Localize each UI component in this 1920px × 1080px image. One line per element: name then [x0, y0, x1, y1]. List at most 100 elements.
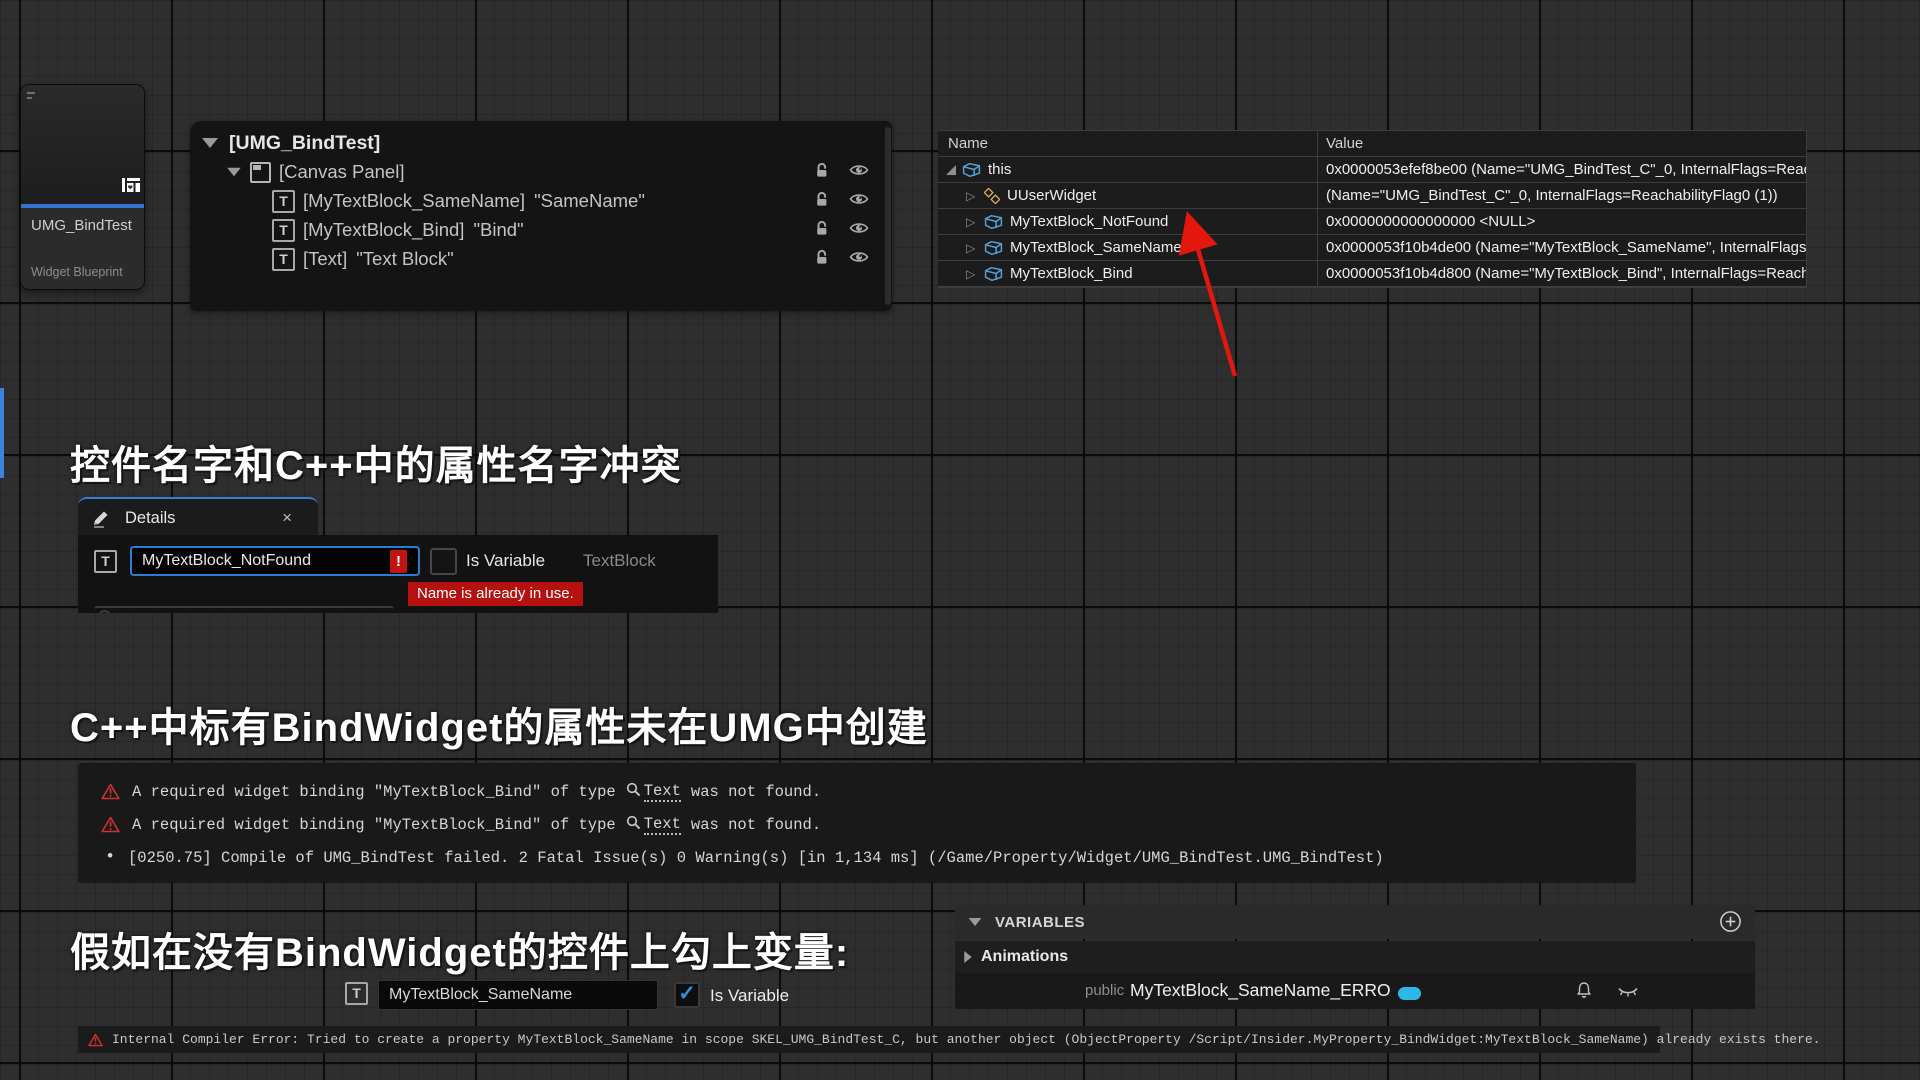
watch-name: MyTextBlock_SameName	[1010, 239, 1182, 256]
canvas-panel-icon	[250, 162, 271, 183]
compile-results-log: A required widget binding "MyTextBlock_B…	[78, 763, 1636, 883]
hierarchy-row-text-preview: "Text Block"	[356, 248, 453, 270]
widget-blueprint-icon	[122, 174, 140, 201]
hierarchy-row-label: [MyTextBlock_SameName]	[303, 190, 525, 212]
watch-name: MyTextBlock_NotFound	[1010, 213, 1168, 230]
is-variable-label: Is Variable	[710, 986, 789, 1006]
add-variable-button[interactable]	[1719, 910, 1742, 933]
log-text: was not found.	[691, 816, 821, 834]
class-diamonds-icon	[984, 188, 1000, 204]
row-controls	[815, 162, 869, 183]
object-cube-icon	[984, 214, 1003, 230]
variables-section-header[interactable]: VARIABLES	[955, 905, 1755, 939]
textblock-icon: T	[272, 190, 295, 213]
watch-value: 0x0000053f10b4de00 (Name="MyTextBlock_Sa…	[1326, 239, 1806, 256]
asset-thumbnail	[21, 85, 144, 204]
variables-header-label: VARIABLES	[995, 914, 1085, 931]
animations-group-row[interactable]: Animations	[955, 941, 1755, 973]
widget-name-input[interactable]	[130, 546, 420, 576]
asset-link[interactable]: Text	[626, 815, 681, 835]
expander-expanded-icon[interactable]	[946, 165, 956, 175]
unlock-icon[interactable]	[815, 162, 831, 183]
hierarchy-scrollbar[interactable]	[885, 127, 891, 305]
bell-icon[interactable]	[1575, 981, 1593, 999]
internal-compiler-error-text: Internal Compiler Error: Tried to create…	[112, 1032, 1820, 1047]
variable-type-pill	[1398, 987, 1421, 1000]
expander-collapsed-icon[interactable]: ▷	[966, 267, 978, 281]
heading-isvariable-check: 假如在没有BindWidget的控件上勾上变量:	[70, 920, 849, 978]
hierarchy-root-label: [UMG_BindTest]	[229, 132, 380, 155]
access-specifier-label: public	[1085, 982, 1124, 999]
asset-link-text[interactable]: Text	[644, 815, 681, 835]
watch-value: 0x0000053efef8be00 (Name="UMG_BindTest_C…	[1326, 161, 1806, 178]
watch-row-mytextblock-samename[interactable]: ▷ MyTextBlock_SameName 0x0000053f10b4de0…	[938, 235, 1806, 261]
expander-down-icon[interactable]	[202, 138, 218, 148]
asset-card-umg-bindtest[interactable]: UMG_BindTest Widget Blueprint	[20, 84, 145, 290]
hierarchy-root-row[interactable]: [UMG_BindTest]	[202, 129, 380, 157]
hierarchy-row-mytextblock-bind[interactable]: T [MyTextBlock_Bind] "Bind"	[272, 216, 524, 244]
watch-value: 0x0000000000000000 <NULL>	[1326, 213, 1535, 230]
watch-name: MyTextBlock_Bind	[1010, 265, 1133, 282]
row-controls	[815, 191, 869, 212]
unlock-icon[interactable]	[815, 220, 831, 241]
details-tab-title: Details	[125, 509, 175, 528]
is-variable-checkbox-checked[interactable]: ✓	[674, 982, 700, 1008]
object-cube-icon	[984, 240, 1003, 256]
watch-row-mytextblock-bind[interactable]: ▷ MyTextBlock_Bind 0x0000053f10b4d800 (N…	[938, 261, 1806, 287]
watch-row-this[interactable]: this 0x0000053efef8be00 (Name="UMG_BindT…	[938, 157, 1806, 183]
hierarchy-row-label: [Text]	[303, 248, 347, 270]
expander-right-icon[interactable]	[964, 951, 972, 963]
watch-row-mytextblock-notfound[interactable]: ▷ MyTextBlock_NotFound 0x000000000000000…	[938, 209, 1806, 235]
expander-collapsed-icon[interactable]: ▷	[966, 241, 978, 255]
animations-group-label: Animations	[981, 948, 1068, 966]
log-text: A required widget binding "MyTextBlock_B…	[132, 816, 616, 834]
visibility-eye-icon[interactable]	[849, 250, 869, 269]
object-cube-icon	[962, 162, 981, 178]
is-variable-checkbox-unchecked[interactable]	[430, 548, 457, 575]
log-warning-line: A required widget binding "MyTextBlock_B…	[78, 775, 821, 808]
object-cube-icon	[984, 266, 1003, 282]
name-error-badge: !	[390, 550, 407, 573]
textblock-icon: T	[345, 982, 368, 1005]
log-text: [0250.75] Compile of UMG_BindTest failed…	[128, 849, 1384, 867]
expander-down-icon[interactable]	[227, 168, 241, 177]
watch-header-row: Name Value	[938, 131, 1806, 157]
debugger-watch-table: Name Value this 0x0000053efef8be00 (Name…	[938, 130, 1807, 288]
watch-row-uuserwidget[interactable]: ▷ UUserWidget (Name="UMG_BindTest_C"_0, …	[938, 183, 1806, 209]
asset-subtitle: Widget Blueprint	[31, 265, 123, 279]
eye-closed-icon[interactable]	[1617, 986, 1639, 998]
visibility-eye-icon[interactable]	[849, 163, 869, 182]
expander-down-icon[interactable]	[969, 918, 982, 926]
hierarchy-row-text[interactable]: T [Text] "Text Block"	[272, 245, 454, 273]
search-icon	[626, 782, 641, 802]
heading-name-conflict: 控件名字和C++中的属性名字冲突	[70, 433, 682, 491]
hierarchy-row-canvas-panel[interactable]: [Canvas Panel]	[226, 158, 404, 186]
watch-name: UUserWidget	[1007, 187, 1096, 204]
row-controls	[815, 220, 869, 241]
bullet-icon: •	[105, 848, 120, 867]
close-icon[interactable]: ×	[282, 508, 292, 528]
hierarchy-row-text-preview: "SameName"	[534, 190, 645, 212]
blueprint-grid-canvas: UMG_BindTest Widget Blueprint [UMG_BindT…	[0, 0, 1920, 1080]
hierarchy-row-mytextblock-samename[interactable]: T [MyTextBlock_SameName] "SameName"	[272, 187, 645, 215]
log-text: was not found.	[691, 783, 821, 801]
asset-link[interactable]: Text	[626, 782, 681, 802]
details-panel-body: T ! Is Variable TextBlock Name is alread…	[78, 535, 718, 613]
visibility-eye-icon[interactable]	[849, 221, 869, 240]
widget-hierarchy-panel: [UMG_BindTest] [Canvas Panel] T [MyTextB…	[190, 121, 892, 311]
asset-type-color-bar	[21, 204, 144, 208]
left-edge-accent	[0, 388, 4, 478]
expander-collapsed-icon[interactable]: ▷	[966, 189, 978, 203]
unlock-icon[interactable]	[815, 249, 831, 270]
warning-triangle-icon	[88, 1033, 103, 1047]
widget-name-input-samename[interactable]	[378, 980, 658, 1010]
visibility-eye-icon[interactable]	[849, 192, 869, 211]
warning-triangle-icon	[100, 816, 120, 833]
watch-name-header: Name	[948, 135, 988, 152]
asset-link-text[interactable]: Text	[644, 782, 681, 802]
expander-collapsed-icon[interactable]: ▷	[966, 215, 978, 229]
textblock-icon: T	[272, 248, 295, 271]
unlock-icon[interactable]	[815, 191, 831, 212]
details-tab[interactable]: Details ×	[78, 497, 318, 537]
variable-row[interactable]: public MyTextBlock_SameName_ERRO	[955, 973, 1755, 1009]
